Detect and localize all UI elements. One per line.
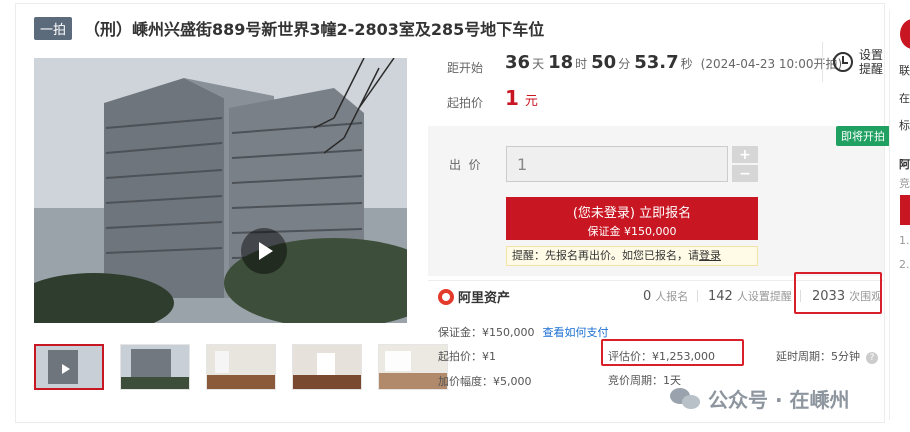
decrease-bid-button[interactable]: −: [732, 165, 758, 182]
alarm-clock-icon: [833, 52, 853, 72]
delay-text: 延时周期：5分钟: [776, 350, 860, 363]
set-reminder-button[interactable]: 设置 提醒: [822, 42, 883, 82]
remind-label-line1: 设置: [859, 48, 884, 62]
remind-count-label: 人设置提醒: [736, 290, 792, 303]
countdown-hours-unit: 时: [575, 57, 588, 71]
increase-bid-button[interactable]: +: [732, 146, 758, 163]
side-text-6: 1.: [899, 234, 910, 247]
start-price-label: 起拍价: [447, 96, 484, 110]
ali-asset-icon: [438, 288, 454, 305]
deposit-detail: 保证金：¥150,000 查看如何支付: [438, 324, 609, 340]
bid-input[interactable]: [506, 146, 728, 182]
main-photo[interactable]: [34, 58, 407, 323]
bid-label: 出 价: [449, 158, 481, 172]
how-to-pay-link[interactable]: 查看如何支付: [543, 326, 609, 339]
appraisal-highlight: [601, 339, 744, 366]
signup-button[interactable]: (您未登录) 立即报名 保证金 ¥150,000: [506, 197, 758, 240]
thumbnail-strip: [34, 344, 448, 390]
start-price-unit: 元: [524, 94, 538, 109]
remind-count-stat: 142 人设置提醒: [708, 288, 792, 304]
signup-label: (您未登录) 立即报名: [572, 206, 692, 221]
delay-detail: 延时周期：5分钟?: [776, 348, 878, 364]
side-text-4: 阿: [899, 158, 910, 171]
thumbnail-1[interactable]: [34, 344, 104, 390]
signup-count-stat: 0 人报名: [643, 288, 688, 304]
view-count-highlight: [794, 272, 882, 314]
side-text-1: 联: [899, 64, 910, 77]
signup-count-label: 人报名: [655, 290, 689, 303]
login-link[interactable]: 登录: [699, 249, 721, 262]
coming-soon-tag: 即将开拍: [836, 126, 890, 146]
countdown-seconds-unit: 秒: [680, 57, 693, 71]
remind-count: 142: [708, 289, 733, 304]
start-price-value: 1: [505, 86, 519, 110]
auction-start-date: (2024-04-23 10:00开拍): [700, 57, 843, 71]
play-video-button[interactable]: [241, 228, 287, 274]
page-title: （刑）嵊州兴盛街889号新世界3幢2-2803室及285号地下车位: [84, 20, 545, 39]
side-red-button[interactable]: [900, 195, 910, 225]
deposit-text: 保证金：¥150,000: [438, 326, 535, 339]
side-text-7: 2.: [899, 258, 910, 271]
start-price-detail: 起拍价：¥1: [438, 350, 496, 363]
countdown-minutes-unit: 分: [618, 57, 631, 71]
countdown-hours: 18: [548, 52, 574, 73]
title-row: 一拍 （刑）嵊州兴盛街889号新世界3幢2-2803室及285号地下车位: [34, 16, 544, 40]
signup-count: 0: [643, 289, 652, 304]
start-price: 1 元: [505, 86, 538, 110]
side-text-2: 在: [899, 92, 910, 105]
thumbnail-4[interactable]: [292, 344, 362, 390]
watermark-text: 公众号 · 在嵊州: [708, 388, 850, 412]
side-text-5: 竞: [899, 177, 910, 190]
wechat-icon: [670, 386, 702, 412]
thumbnail-2[interactable]: [120, 344, 190, 390]
signup-deposit: 保证金 ¥150,000: [587, 225, 677, 238]
increment-detail: 加价幅度：¥5,000: [438, 375, 532, 388]
ali-asset-logo: 阿里资产: [438, 287, 510, 306]
stat-divider: [697, 290, 698, 302]
countdown-days-unit: 天: [532, 57, 545, 71]
help-icon[interactable]: ?: [866, 352, 878, 364]
tip-text: 提醒：先报名再出价。如您已报名，请: [512, 249, 699, 262]
building-photo: [34, 58, 407, 323]
wechat-watermark: 公众号 · 在嵊州: [670, 384, 850, 413]
countdown-label: 距开始: [447, 61, 484, 75]
countdown-days: 36: [505, 52, 531, 73]
thumbnail-3[interactable]: [206, 344, 276, 390]
signup-tip: 提醒：先报名再出价。如您已报名，请登录: [506, 246, 758, 266]
ali-asset-brand: 阿里资产: [458, 291, 511, 306]
auction-round-badge: 一拍: [34, 16, 73, 40]
side-text-3: 标: [899, 119, 910, 132]
countdown: 36 天 18 时 50 分 53.7 秒 (2024-04-23 10:00开…: [505, 52, 842, 73]
countdown-seconds: 53.7: [634, 52, 679, 73]
countdown-minutes: 50: [591, 52, 617, 73]
remind-label-line2: 提醒: [859, 62, 884, 76]
